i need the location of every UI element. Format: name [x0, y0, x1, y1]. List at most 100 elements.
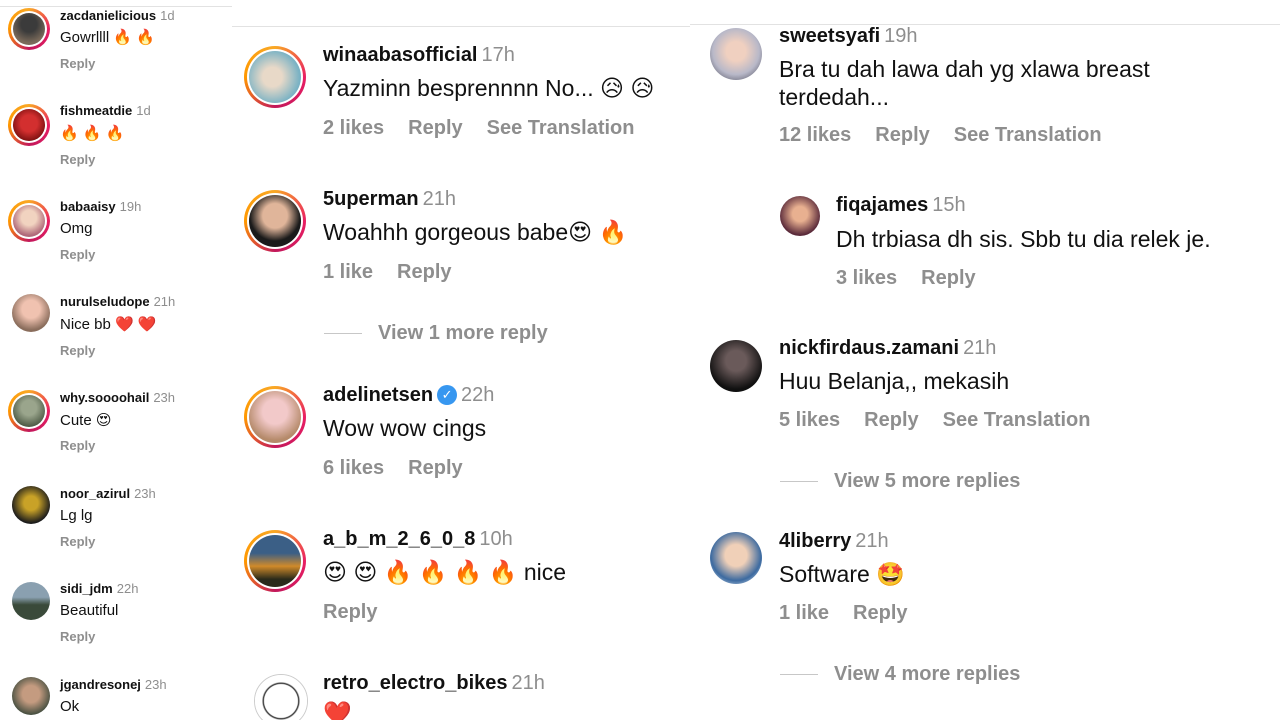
comment-time: 19h: [884, 25, 918, 47]
comment-username[interactable]: fiqajames 15h: [836, 194, 966, 217]
verified-badge-icon: ✓: [437, 385, 458, 405]
top-divider: [232, 26, 690, 27]
comment-time: 22h: [461, 384, 495, 406]
comment-text: Lg lg: [60, 507, 93, 524]
comment-username[interactable]: 4liberry 21h: [779, 530, 889, 553]
reply-button[interactable]: Reply: [408, 457, 462, 479]
reply-button[interactable]: Reply: [408, 117, 462, 139]
comment-actions: 12 likes Reply See Translation: [779, 124, 1126, 147]
comment-username[interactable]: adelinetsen ✓ 22h: [323, 384, 494, 407]
comment-text: Bra tu dah lawa dah yg xlawa breast: [779, 56, 1150, 82]
avatar[interactable]: [8, 390, 50, 432]
avatar[interactable]: [254, 674, 308, 720]
likes-count[interactable]: 6 likes: [323, 457, 384, 479]
comment-username[interactable]: retro_electro_bikes 21h: [323, 672, 545, 695]
comment-time: 21h: [963, 337, 997, 359]
comment-text: Cute 😍: [60, 412, 112, 429]
comment-text-line2: terdedah...: [779, 84, 889, 110]
comment-username[interactable]: 5uperman 21h: [323, 188, 456, 211]
reply-button[interactable]: Reply: [397, 261, 451, 283]
comment-username[interactable]: nurulseludope 21h: [60, 294, 175, 309]
comment-time: 17h: [481, 44, 515, 66]
comment-text: Woahhh gorgeous babe😍 🔥: [323, 219, 628, 245]
reply-button[interactable]: Reply: [864, 409, 918, 431]
comment-time: 1d: [160, 8, 175, 23]
divider-line: [324, 333, 362, 335]
reply-button[interactable]: Reply: [60, 247, 95, 262]
avatar[interactable]: [12, 582, 50, 620]
likes-count[interactable]: 1 like: [779, 602, 829, 624]
reply-button[interactable]: Reply: [60, 534, 95, 549]
avatar[interactable]: [710, 532, 762, 584]
comment-actions: 1 like Reply: [779, 602, 932, 625]
comment-text: Huu Belanja,, mekasih: [779, 368, 1010, 394]
avatar[interactable]: [244, 386, 306, 448]
comment-time: 21h: [855, 530, 889, 552]
avatar[interactable]: [12, 294, 50, 332]
reply-button[interactable]: Reply: [60, 438, 95, 453]
avatar[interactable]: [710, 28, 762, 80]
avatar[interactable]: [244, 530, 306, 592]
comment-time: 23h: [153, 390, 176, 405]
comment-text: ❤️: [323, 700, 352, 720]
avatar[interactable]: [8, 104, 50, 146]
likes-count[interactable]: 2 likes: [323, 117, 384, 139]
comment-username[interactable]: noor_azirul 23h: [60, 486, 156, 501]
reply-button[interactable]: Reply: [323, 601, 377, 624]
reply-button[interactable]: Reply: [921, 267, 975, 289]
likes-count[interactable]: 1 like: [323, 261, 373, 283]
view-more-replies-button[interactable]: View 4 more replies: [780, 663, 1020, 686]
comment-time: 21h: [511, 672, 545, 694]
likes-count[interactable]: 3 likes: [836, 267, 897, 289]
avatar[interactable]: [8, 200, 50, 242]
comment-actions: 1 like Reply: [323, 261, 476, 284]
view-more-replies-button[interactable]: View 5 more replies: [780, 470, 1020, 493]
likes-count[interactable]: 12 likes: [779, 124, 851, 146]
see-translation-button[interactable]: See Translation: [943, 409, 1091, 431]
avatar[interactable]: [12, 486, 50, 524]
comment-time: 1d: [136, 103, 151, 118]
comment-username[interactable]: why.soooohail 23h: [60, 390, 175, 405]
comment-text: Gowrllll 🔥 🔥: [60, 29, 155, 46]
reply-button[interactable]: Reply: [60, 56, 95, 71]
comment-username[interactable]: sweetsyafi 19h: [779, 25, 918, 48]
comment-username[interactable]: babaaisy 19h: [60, 199, 141, 214]
comment-username[interactable]: winaabasofficial 17h: [323, 44, 515, 67]
comment-text: Omg: [60, 220, 93, 237]
avatar[interactable]: [780, 196, 820, 236]
comment-text: Software 🤩: [779, 561, 905, 587]
comment-username[interactable]: fishmeatdie 1d: [60, 103, 151, 118]
avatar[interactable]: [12, 677, 50, 715]
divider-line: [780, 674, 818, 676]
reply-button[interactable]: Reply: [60, 343, 95, 358]
view-more-replies-button[interactable]: View 1 more reply: [324, 322, 548, 345]
comment-actions: 5 likes Reply See Translation: [779, 409, 1114, 432]
avatar[interactable]: [244, 190, 306, 252]
comment-username[interactable]: jgandresonej 23h: [60, 677, 167, 692]
avatar[interactable]: [710, 340, 762, 392]
comments-panel-right: sweetsyafi 19h Bra tu dah lawa dah yg xla…: [690, 0, 1280, 720]
see-translation-button[interactable]: See Translation: [954, 124, 1102, 146]
comment-text: Dh trbiasa dh sis. Sbb tu dia relek je.: [836, 226, 1211, 252]
comment-actions: 3 likes Reply: [836, 267, 1000, 290]
reply-button[interactable]: Reply: [60, 629, 95, 644]
comment-username[interactable]: nickfirdaus.zamani 21h: [779, 337, 996, 360]
comment-text: Nice bb ❤️ ❤️: [60, 316, 157, 333]
avatar[interactable]: [8, 8, 50, 50]
comment-time: 15h: [932, 194, 966, 216]
comment-time: 10h: [479, 528, 513, 550]
likes-count[interactable]: 5 likes: [779, 409, 840, 431]
avatar[interactable]: [244, 46, 306, 108]
comment-username[interactable]: a_b_m_2_6_0_8 10h: [323, 528, 513, 551]
comment-username[interactable]: sidi_jdm 22h: [60, 581, 138, 596]
comment-text: 🔥 🔥 🔥: [60, 125, 125, 142]
reply-button[interactable]: Reply: [60, 152, 95, 167]
see-translation-button[interactable]: See Translation: [487, 117, 635, 139]
comments-panel-middle: winaabasofficial 17h Yazminn besprennnn N…: [232, 0, 690, 720]
reply-button[interactable]: Reply: [875, 124, 929, 146]
comment-time: 19h: [119, 199, 142, 214]
comment-text: Beautiful: [60, 602, 119, 619]
comment-username[interactable]: zacdanielicious 1d: [60, 8, 175, 23]
reply-button[interactable]: Reply: [853, 602, 907, 624]
comment-text: 😍 😍 🔥 🔥 🔥 🔥 nice: [323, 559, 567, 585]
